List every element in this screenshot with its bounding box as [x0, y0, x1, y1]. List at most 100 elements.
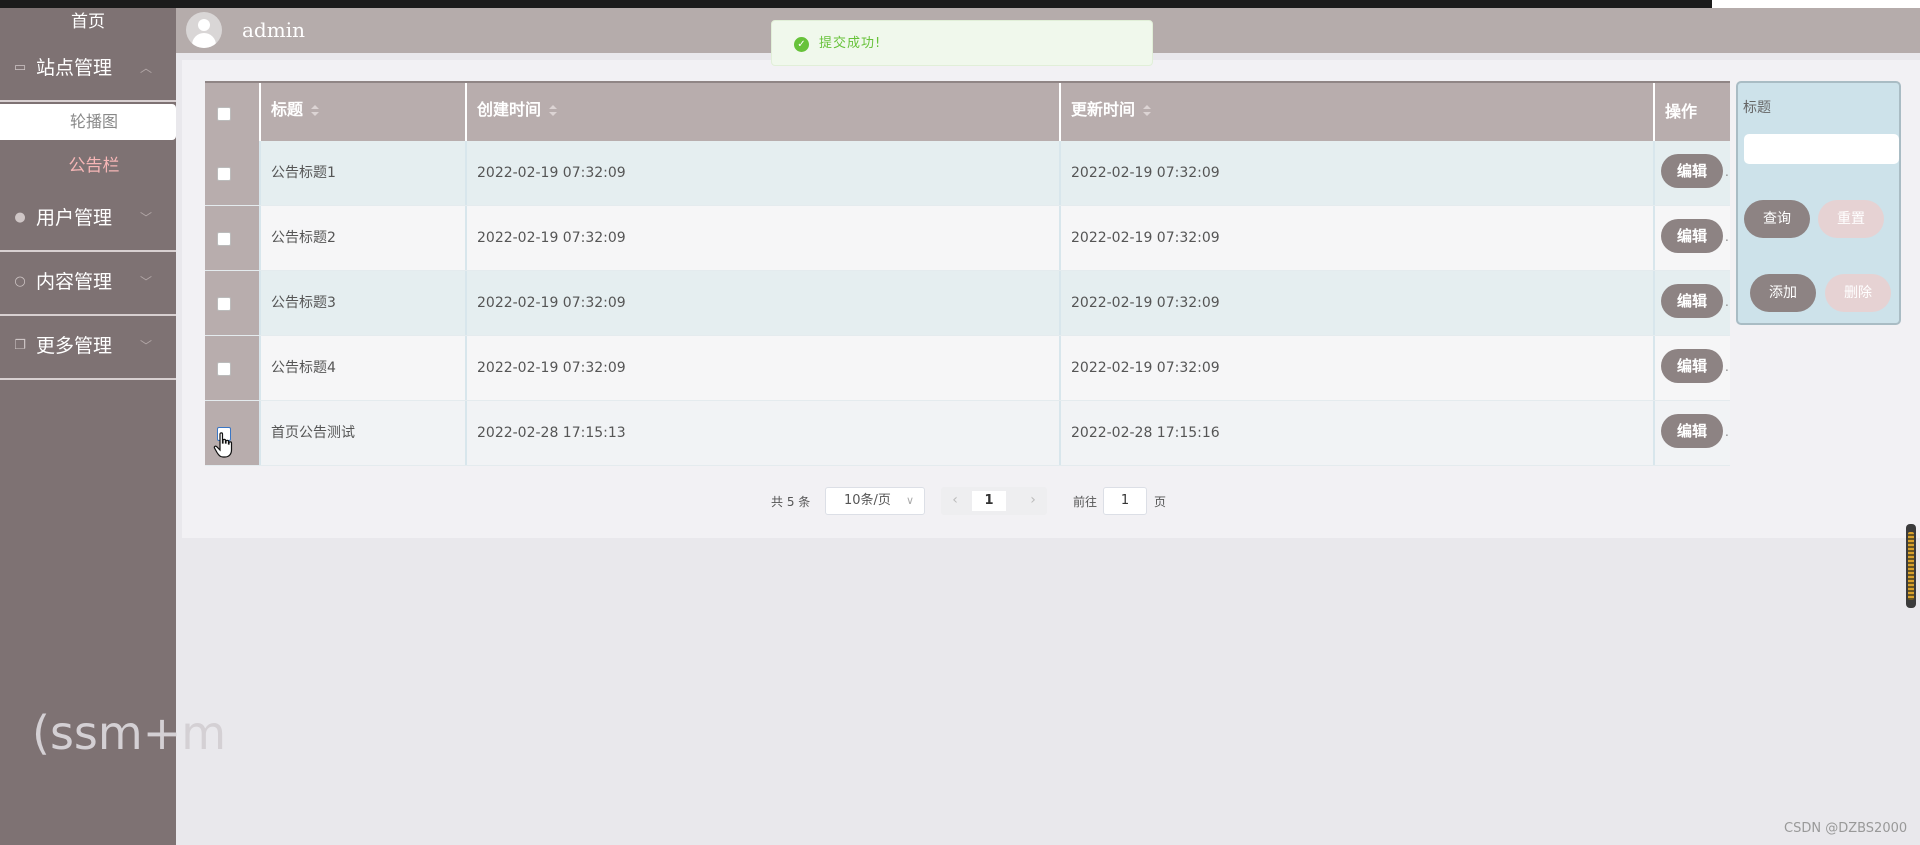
chevron-down-icon: ﹀ [140, 339, 153, 353]
goto-page-input[interactable]: 1 [1103, 487, 1147, 515]
sidebar-group-label: 站点管理 [36, 57, 113, 79]
column-header-label: 标题 [271, 100, 304, 119]
sidebar-subitem-notice[interactable]: 公告栏 [0, 154, 188, 178]
sidebar-group-site-management[interactable]: ▭ 站点管理 ︿ [0, 36, 176, 102]
pagination-total: 共 5 条 [771, 495, 811, 509]
cell-title: 公告标题1 [261, 141, 467, 205]
column-header-title[interactable]: 标题 [261, 83, 467, 141]
page-size-value: 10条/页 [844, 493, 891, 508]
chevron-down-icon: ∨ [905, 494, 914, 507]
chevron-down-icon: ﹀ [140, 211, 153, 225]
sidebar-group-more-management[interactable]: ❐ 更多管理 ﹀ [0, 314, 176, 380]
column-header-updated[interactable]: 更新时间 [1061, 83, 1655, 141]
row-checkbox[interactable] [217, 362, 231, 376]
more-actions[interactable]: . [1725, 425, 1729, 439]
table-header: 标题 创建时间 更新时间 操作 [205, 81, 1730, 141]
cell-created: 2022-02-19 07:32:09 [467, 141, 1061, 205]
prev-page-icon[interactable]: ‹ [945, 491, 965, 509]
more-actions[interactable]: . [1725, 165, 1729, 179]
current-page[interactable]: 1 [972, 491, 1006, 511]
next-page-icon[interactable]: › [1023, 491, 1043, 509]
row-select-cell [205, 271, 261, 335]
chat-icon: ○ [14, 274, 26, 289]
cell-updated: 2022-02-28 17:15:16 [1061, 401, 1655, 465]
chevron-up-icon: ︿ [140, 61, 153, 75]
sort-icon[interactable] [311, 105, 319, 117]
row-checkbox[interactable] [217, 232, 231, 246]
column-header-actions: 操作 [1655, 83, 1730, 141]
cell-created: 2022-02-28 17:15:13 [467, 401, 1061, 465]
username[interactable]: admin [242, 16, 305, 44]
cell-created: 2022-02-19 07:32:09 [467, 336, 1061, 400]
cell-title: 首页公告测试 [261, 401, 467, 465]
copy-icon: ❐ [14, 338, 26, 353]
search-panel: 标题 查询 重置 添加 删除 [1736, 81, 1901, 325]
edit-button[interactable]: 编辑 [1661, 349, 1723, 383]
reset-button[interactable]: 重置 [1818, 200, 1884, 238]
table-row: 公告标题4 2022-02-19 07:32:09 2022-02-19 07:… [205, 336, 1730, 401]
add-button[interactable]: 添加 [1750, 274, 1816, 312]
sidebar-group-user-management[interactable]: ● 用户管理 ﹀ [0, 186, 176, 252]
cell-created: 2022-02-19 07:32:09 [467, 271, 1061, 335]
goto-label: 前往 [1073, 495, 1098, 509]
table-row: 公告标题2 2022-02-19 07:32:09 2022-02-19 07:… [205, 206, 1730, 271]
sidebar-group-label: 用户管理 [36, 207, 113, 229]
select-all-checkbox[interactable] [217, 107, 231, 121]
sort-icon[interactable] [549, 105, 557, 117]
query-button[interactable]: 查询 [1744, 200, 1810, 238]
scroll-handle[interactable] [1906, 524, 1916, 608]
cell-title: 公告标题4 [261, 336, 467, 400]
sidebar-subitem-carousel[interactable]: 轮播图 [0, 104, 176, 140]
edit-button[interactable]: 编辑 [1661, 219, 1723, 253]
column-header-created[interactable]: 创建时间 [467, 83, 1061, 141]
cell-title: 公告标题2 [261, 206, 467, 270]
toast-message: 提交成功! [819, 36, 882, 51]
window-top-strip [0, 0, 1920, 8]
page-size-select[interactable]: 10条/页 ∨ [825, 487, 925, 515]
column-header-label: 创建时间 [477, 100, 542, 119]
delete-button[interactable]: 删除 [1825, 274, 1891, 312]
row-select-cell [205, 141, 261, 205]
more-actions[interactable]: . [1725, 295, 1729, 309]
column-header-label: 操作 [1665, 102, 1698, 121]
sort-icon[interactable] [1143, 105, 1151, 117]
row-select-cell [205, 206, 261, 270]
select-all-header [205, 83, 261, 141]
avatar[interactable] [186, 12, 222, 48]
more-actions[interactable]: . [1725, 230, 1729, 244]
edit-button[interactable]: 编辑 [1661, 284, 1723, 318]
search-title-input[interactable] [1744, 134, 1899, 164]
cell-title: 公告标题3 [261, 271, 467, 335]
sidebar-item-home[interactable]: 首页 [0, 8, 176, 36]
row-checkbox[interactable] [217, 167, 231, 181]
cell-updated: 2022-02-19 07:32:09 [1061, 206, 1655, 270]
pagination-nav: ‹ 1 › [941, 487, 1047, 515]
sidebar-group-content-management[interactable]: ○ 内容管理 ﹀ [0, 250, 176, 316]
sidebar-subitem-label: 轮播图 [69, 112, 118, 131]
table-row: 首页公告测试 2022-02-28 17:15:13 2022-02-28 17… [205, 401, 1730, 466]
cell-updated: 2022-02-19 07:32:09 [1061, 141, 1655, 205]
sidebar-group-label: 内容管理 [36, 271, 113, 293]
table-row: 公告标题3 2022-02-19 07:32:09 2022-02-19 07:… [205, 271, 1730, 336]
column-header-label: 更新时间 [1071, 100, 1136, 119]
check-circle-icon: ✓ [794, 37, 809, 52]
search-title-label: 标题 [1743, 100, 1771, 116]
success-toast: ✓ 提交成功! [771, 20, 1153, 66]
row-checkbox[interactable] [217, 297, 231, 311]
table-row: 公告标题1 2022-02-19 07:32:09 2022-02-19 07:… [205, 141, 1730, 206]
user-icon: ● [14, 210, 26, 225]
cell-updated: 2022-02-19 07:32:09 [1061, 271, 1655, 335]
cell-updated: 2022-02-19 07:32:09 [1061, 336, 1655, 400]
more-actions[interactable]: . [1725, 360, 1729, 374]
hand-pointer-icon [213, 432, 233, 458]
credit-watermark: CSDN @DZBS2000 [1784, 821, 1908, 836]
sidebar-group-label: 更多管理 [36, 335, 113, 357]
monitor-icon: ▭ [13, 60, 27, 75]
edit-button[interactable]: 编辑 [1661, 154, 1723, 188]
chevron-down-icon: ﹀ [140, 275, 153, 289]
goto-suffix: 页 [1154, 495, 1167, 509]
cell-created: 2022-02-19 07:32:09 [467, 206, 1061, 270]
watermark: (ssm+m [32, 706, 227, 760]
row-select-cell [205, 336, 261, 400]
edit-button[interactable]: 编辑 [1661, 414, 1723, 448]
